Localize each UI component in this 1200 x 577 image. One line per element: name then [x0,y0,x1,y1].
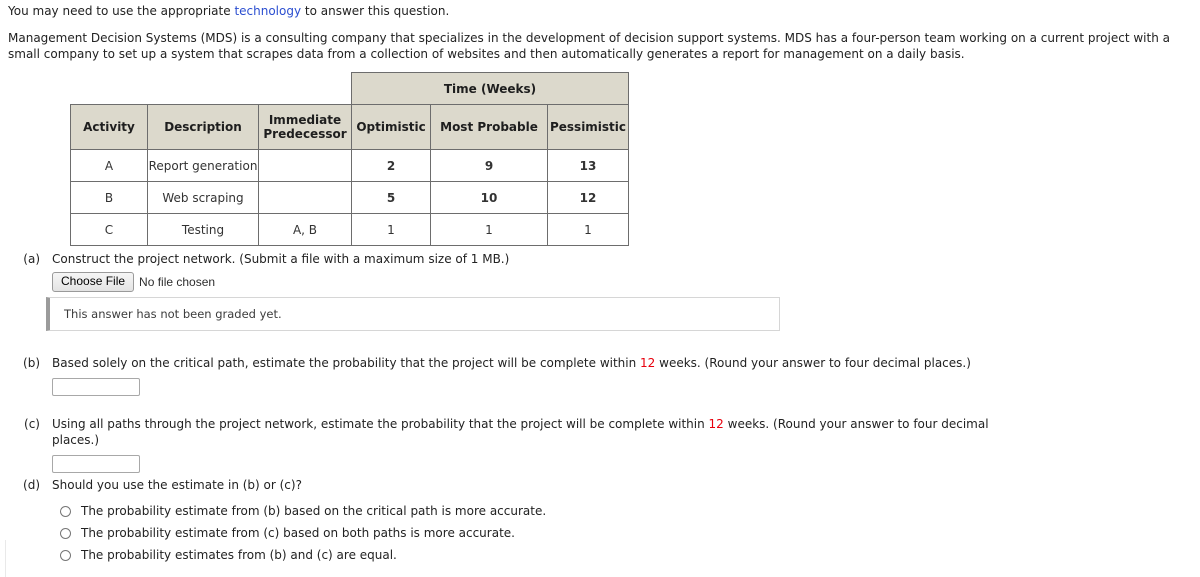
table-row: A Report generation 2 9 13 [70,149,629,182]
cell-most-probable: 10 [430,181,548,214]
table-header-row: Activity Description Immediate Predecess… [70,104,629,150]
cell-optimistic: 1 [351,213,431,246]
cell-predecessor: A, B [258,213,352,246]
part-a-text: Construct the project network. (Submit a… [52,252,510,266]
question-part-d: (d) Should you use the estimate in (b) o… [14,477,714,566]
part-b-text: Based solely on the critical path, estim… [52,355,974,371]
cell-activity: B [70,181,148,214]
cell-optimistic: 2 [351,149,431,182]
page-edge-hairline [5,540,6,577]
question-part-b: (b) Based solely on the critical path, e… [14,355,974,396]
radio-option-equal[interactable]: The probability estimates from (b) and (… [60,544,714,566]
question-part-a: (a) Construct the project network. (Subm… [14,251,714,292]
cell-pessimistic: 12 [547,181,629,214]
cell-predecessor [258,149,352,182]
technology-note: You may need to use the appropriate tech… [8,3,449,19]
radio-option-both-paths[interactable]: The probability estimate from (c) based … [60,522,714,544]
spacer-cell-activity [71,73,148,105]
part-c-label: (c) [24,417,40,431]
problem-statement: Management Decision Systems (MDS) is a c… [8,31,1170,61]
radio-button-icon[interactable] [60,549,71,561]
col-header-most-probable: Most Probable [430,104,548,150]
cell-description: Web scraping [147,181,259,214]
part-b-label: (b) [23,356,40,370]
grading-notice-text: This answer has not been graded yet. [64,307,282,321]
technology-link[interactable]: technology [234,4,301,18]
col-header-immediate-predecessor-line1: Immediate [268,113,342,127]
file-upload-row: Choose File No file chosen [52,272,714,292]
col-header-immediate-predecessor: Immediate Predecessor [258,104,352,150]
cell-activity: A [70,149,148,182]
part-c-text-before: Using all paths through the project netw… [52,417,709,431]
cell-pessimistic: 13 [547,149,629,182]
table-group-header-time-weeks: Time (Weeks) [351,72,629,105]
radio-option-label: The probability estimates from (b) and (… [81,548,397,562]
question-part-c: (c) Using all paths through the project … [14,416,1014,473]
radio-option-critical-path[interactable]: The probability estimate from (b) based … [60,500,714,522]
part-b-weeks-value: 12 [640,356,656,370]
part-d-choice-list: The probability estimate from (b) based … [60,500,714,566]
table-row: B Web scraping 5 10 12 [70,181,629,214]
col-header-optimistic: Optimistic [351,104,431,150]
table-row: C Testing A, B 1 1 1 [70,213,629,246]
file-status-text: No file chosen [139,275,216,289]
cell-pessimistic: 1 [547,213,629,246]
radio-option-label: The probability estimate from (b) based … [81,504,547,518]
part-b-answer-input[interactable] [52,378,140,396]
cell-description: Testing [147,213,259,246]
cell-most-probable: 9 [430,149,548,182]
cell-description: Report generation [147,149,259,182]
part-c-answer-input[interactable] [52,455,140,473]
col-header-immediate-predecessor-line2: Predecessor [263,127,347,141]
part-b-text-before: Based solely on the critical path, estim… [52,356,641,370]
activity-time-table: Time (Weeks) Activity Description Immedi… [70,72,629,246]
part-c-weeks-value: 12 [708,417,724,431]
part-d-text: Should you use the estimate in (b) or (c… [52,478,302,492]
cell-activity: C [70,213,148,246]
table-group-header-row: Time (Weeks) [71,72,629,105]
part-b-text-after: weeks. (Round your answer to four decima… [655,356,971,370]
technology-note-prefix: You may need to use the appropriate [8,4,235,18]
part-c-text: Using all paths through the project netw… [52,416,1014,448]
radio-option-label: The probability estimate from (c) based … [81,526,515,540]
spacer-cell-predecessor [259,73,352,105]
part-d-label: (d) [23,478,40,492]
grading-notice-box: This answer has not been graded yet. [46,297,780,331]
technology-note-suffix: to answer this question. [301,4,450,18]
col-header-activity: Activity [70,104,148,150]
cell-predecessor [258,181,352,214]
cell-most-probable: 1 [430,213,548,246]
radio-button-icon[interactable] [60,527,71,539]
part-a-label: (a) [23,252,40,266]
col-header-description: Description [147,104,259,150]
col-header-pessimistic: Pessimistic [547,104,629,150]
choose-file-button[interactable]: Choose File [52,272,135,292]
cell-optimistic: 5 [351,181,431,214]
radio-button-icon[interactable] [60,505,71,517]
spacer-cell-description [148,73,259,105]
question-page: You may need to use the appropriate tech… [0,0,1200,577]
